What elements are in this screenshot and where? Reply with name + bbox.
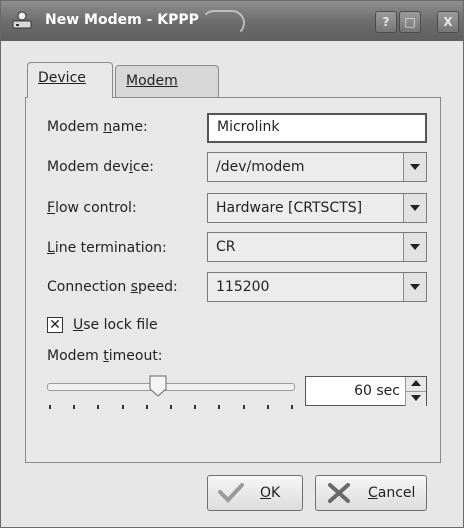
spin-up-icon[interactable]: [405, 377, 426, 391]
slider-tick: [145, 405, 148, 409]
ok-label: OK: [260, 485, 281, 501]
chevron-down-icon[interactable]: [403, 153, 426, 181]
slider-tick: [73, 405, 76, 409]
ok-button[interactable]: OK: [207, 475, 303, 511]
slider-tick: [291, 405, 293, 409]
tab-device[interactable]: Device: [27, 62, 113, 98]
slider-tick: [49, 405, 51, 409]
chevron-down-icon[interactable]: [403, 273, 426, 301]
maximize-button[interactable]: □: [399, 11, 421, 33]
chevron-down-icon[interactable]: [403, 233, 426, 261]
modem-device-label: Modem device:: [47, 159, 154, 175]
chevron-down-icon[interactable]: [403, 194, 426, 222]
flow-control-label: Flow control:: [47, 200, 137, 216]
close-button[interactable]: X: [437, 11, 459, 33]
use-lock-file-label[interactable]: Use lock file: [73, 317, 158, 333]
modem-timeout-label: Modem timeout:: [47, 348, 163, 364]
modem-name-input[interactable]: Microlink: [207, 113, 427, 143]
connection-speed-label: Connection speed:: [47, 279, 178, 295]
connection-speed-value: 115200: [216, 279, 270, 295]
use-lock-file-checkbox[interactable]: ✕: [47, 317, 63, 333]
cancel-button[interactable]: Cancel: [315, 475, 427, 511]
slider-tick: [242, 405, 245, 409]
line-termination-combo[interactable]: CR: [207, 232, 427, 262]
flow-control-value: Hardware [CRTSCTS]: [216, 200, 363, 216]
cancel-x-icon: [328, 483, 350, 503]
cancel-label: Cancel: [368, 485, 416, 501]
title-decoration: [201, 10, 245, 36]
timeout-spinbox[interactable]: 60 sec: [305, 376, 427, 406]
check-icon: [218, 483, 244, 503]
modem-device-combo[interactable]: /dev/modem: [207, 152, 427, 182]
modem-app-icon: [12, 11, 32, 29]
flow-control-combo[interactable]: Hardware [CRTSCTS]: [207, 193, 427, 223]
slider-tick: [170, 405, 172, 409]
slider-tick: [194, 405, 197, 409]
tab-device-label: Device: [38, 70, 86, 86]
dialog-window: New Modem - KPPP ? □ X Device Modem Mode…: [0, 0, 464, 528]
line-termination-label: Line termination:: [47, 240, 167, 256]
window-title: New Modem - KPPP: [45, 12, 199, 28]
slider-tick: [218, 405, 221, 409]
connection-speed-combo[interactable]: 115200: [207, 272, 427, 302]
timeout-slider-track[interactable]: [47, 383, 295, 391]
tab-modem-label: Modem: [126, 73, 178, 89]
timeout-value: 60 sec: [354, 383, 400, 399]
slider-tick: [97, 405, 100, 409]
timeout-slider-handle[interactable]: [149, 375, 167, 397]
slider-tick: [266, 405, 269, 409]
slider-tick: [121, 405, 124, 409]
title-bar[interactable]: New Modem - KPPP ? □ X: [1, 1, 463, 41]
spin-down-icon[interactable]: [405, 391, 426, 406]
tab-modem[interactable]: Modem: [115, 65, 219, 97]
modem-device-value: /dev/modem: [216, 159, 305, 175]
modem-name-label: Modem name:: [47, 119, 148, 135]
help-button[interactable]: ?: [375, 11, 397, 33]
line-termination-value: CR: [216, 239, 236, 255]
